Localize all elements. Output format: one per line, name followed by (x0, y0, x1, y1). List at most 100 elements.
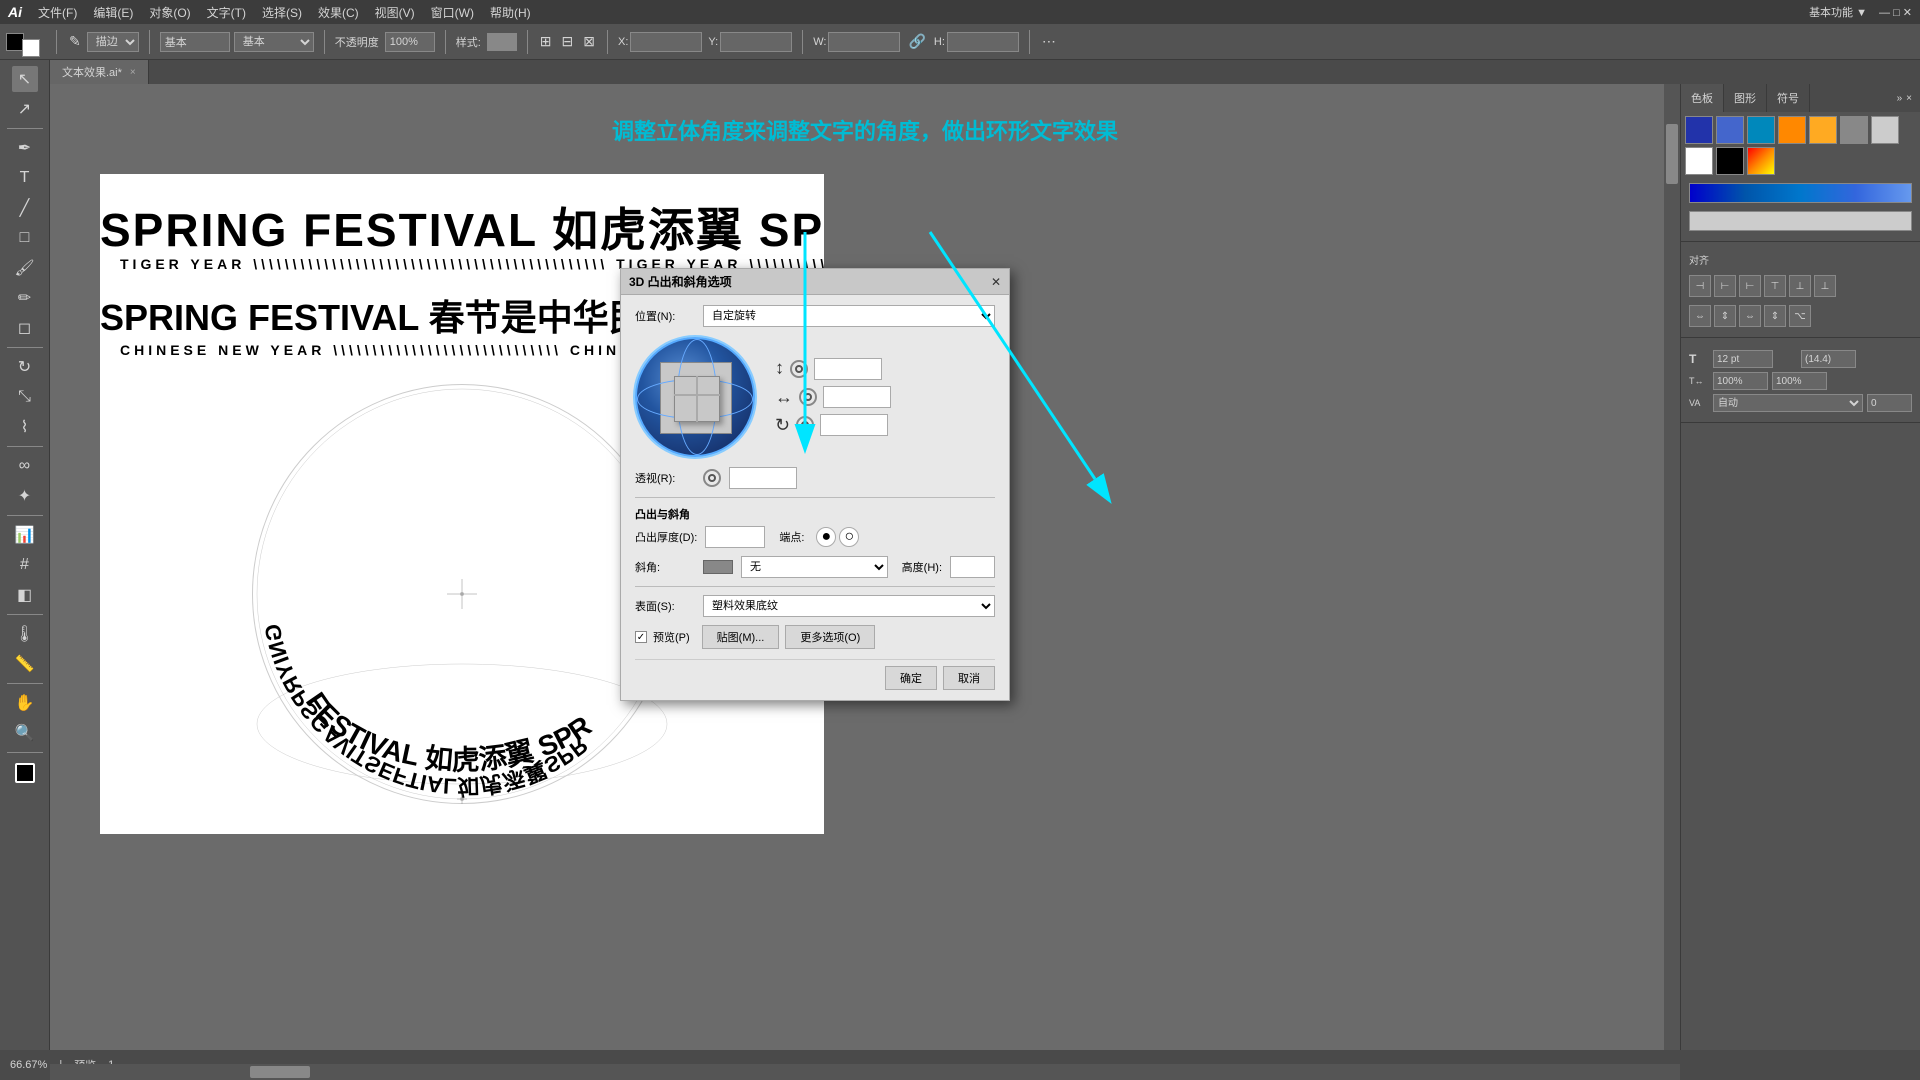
tool-pencil[interactable]: ✏ (12, 285, 38, 311)
ok-button[interactable]: 确定 (885, 666, 937, 690)
tool-paintbrush[interactable]: 🖌 (12, 255, 38, 281)
endcap-filled-btn[interactable]: ● (816, 527, 836, 547)
tool-zoom[interactable]: 🔍 (12, 720, 38, 746)
v-scrollbar[interactable] (1664, 84, 1680, 1050)
transform-icon[interactable]: ⊞ (538, 31, 554, 52)
h-input[interactable]: 23.3351 (947, 32, 1019, 52)
angle-circle-3[interactable] (796, 416, 814, 434)
tool-gradient[interactable]: ◧ (12, 582, 38, 608)
align-center-v-btn[interactable]: ⊥ (1789, 275, 1811, 297)
menu-effect[interactable]: 效果(C) (318, 4, 359, 21)
fill-stroke-swatches[interactable] (6, 33, 46, 51)
bevel-height-input[interactable]: 4 pt (950, 556, 995, 578)
distribute-h-btn[interactable]: ⇔ (1689, 305, 1711, 327)
rotation-sphere[interactable] (635, 337, 755, 457)
leading-input[interactable] (1801, 350, 1856, 368)
bevel-dropdown[interactable]: 无 (741, 556, 888, 578)
panel-expand-icon[interactable]: » (1897, 93, 1903, 104)
x-input[interactable]: 26.6704 (630, 32, 702, 52)
tool-eyedropper[interactable]: 🌡 (12, 621, 38, 647)
distribute-h2-btn[interactable]: ⇔ (1739, 305, 1761, 327)
font-size-input[interactable] (1713, 350, 1773, 368)
menu-edit[interactable]: 编辑(E) (93, 4, 133, 21)
tracking-input[interactable] (1713, 372, 1768, 390)
align-center-h-btn[interactable]: ⊢ (1714, 275, 1736, 297)
align-icon[interactable]: ⊟ (560, 31, 576, 52)
align-bottom-btn[interactable]: ⊥ (1814, 275, 1836, 297)
stroke-swatch[interactable] (22, 39, 40, 57)
paste-map-button[interactable]: 贴图(M)... (702, 625, 780, 649)
menu-view[interactable]: 视图(V) (375, 4, 415, 21)
swatch-white[interactable] (1685, 147, 1713, 175)
v-scroll-thumb[interactable] (1666, 124, 1678, 184)
tool-select[interactable]: ↖ (12, 66, 38, 92)
va-dropdown[interactable]: 自动 (1713, 394, 1863, 412)
tool-hand[interactable]: ✋ (12, 690, 38, 716)
menu-object[interactable]: 对象(O) (149, 4, 190, 21)
menu-window[interactable]: 窗口(W) (431, 4, 474, 21)
tab-color-swatches[interactable]: 色板 (1681, 84, 1724, 112)
position-dropdown[interactable]: 自定旋转 (703, 305, 995, 327)
tool-graph[interactable]: 📊 (12, 522, 38, 548)
preview-checkbox[interactable]: ✓ (635, 631, 647, 643)
tool-fillcolor[interactable] (15, 763, 35, 783)
endcap-open-btn[interactable]: ○ (839, 527, 859, 547)
style-swatch[interactable] (487, 33, 517, 51)
more-options-button[interactable]: 更多选项(O) (785, 625, 875, 649)
tool-direct-select[interactable]: ↗ (12, 96, 38, 122)
opacity-input[interactable] (385, 32, 435, 52)
angle-circle-2[interactable] (799, 388, 817, 406)
tool-blend[interactable]: ∞ (12, 453, 38, 479)
swatch-lightgray[interactable] (1871, 116, 1899, 144)
y-input[interactable]: 29.9931 (720, 32, 792, 52)
tool-eraser[interactable]: ◻ (12, 315, 38, 341)
none-swatch[interactable] (1689, 211, 1912, 231)
perspective-input[interactable]: 0° (729, 467, 797, 489)
swatch-teal[interactable] (1747, 116, 1775, 144)
w-input[interactable]: 23.3951 (828, 32, 900, 52)
cancel-button[interactable]: 取消 (943, 666, 995, 690)
tool-rotate[interactable]: ↻ (12, 354, 38, 380)
pathfinder-icon[interactable]: ⊠ (581, 31, 597, 52)
perspective-circle[interactable] (703, 469, 721, 487)
align-option-btn[interactable]: ⌥ (1789, 305, 1811, 327)
extrude-depth-input[interactable]: 50 pt (705, 526, 765, 548)
style-dropdown[interactable]: 基本 (234, 32, 314, 52)
align-right-btn[interactable]: ⊢ (1739, 275, 1761, 297)
stroke-dropdown[interactable]: 描边 (87, 32, 139, 52)
tool-rect[interactable]: □ (12, 225, 38, 251)
menu-help[interactable]: 帮助(H) (490, 4, 531, 21)
tool-mesh[interactable]: # (12, 552, 38, 578)
surface-dropdown[interactable]: 塑料效果底纹 (703, 595, 995, 617)
swatch-warm[interactable] (1747, 147, 1775, 175)
tab-close-icon[interactable]: × (130, 67, 136, 78)
align-top-btn[interactable]: ⊤ (1764, 275, 1786, 297)
dialog-title-bar[interactable]: 3D 凸出和斜角选项 ✕ (621, 269, 1009, 295)
tab-symbols[interactable]: 符号 (1767, 84, 1810, 112)
tool-symbolspray[interactable]: ✦ (12, 483, 38, 509)
h-scroll-thumb[interactable] (250, 1066, 310, 1078)
tab-graphic-styles[interactable]: 图形 (1724, 84, 1767, 112)
swatch-blue2[interactable] (1716, 116, 1744, 144)
tool-type[interactable]: T (12, 165, 38, 191)
angle-z-input[interactable]: -178° (820, 414, 888, 436)
panel-close-icon[interactable]: × (1906, 93, 1912, 104)
swatch-orange2[interactable] (1809, 116, 1837, 144)
tool-measure[interactable]: 📏 (12, 651, 38, 677)
tool-warp[interactable]: ⌇ (12, 414, 38, 440)
preset-input[interactable] (160, 32, 230, 52)
angle-circle-1[interactable] (790, 360, 808, 378)
swatch-blue[interactable] (1685, 116, 1713, 144)
menu-select[interactable]: 选择(S) (262, 4, 302, 21)
gradient-bar[interactable] (1689, 183, 1912, 203)
tool-scale[interactable]: ⤡ (12, 384, 38, 410)
distribute-v2-btn[interactable]: ⇕ (1764, 305, 1786, 327)
swatch-gray[interactable] (1840, 116, 1868, 144)
tool-line[interactable]: ╱ (12, 195, 38, 221)
constrain-icon[interactable]: 🔗 (906, 31, 927, 52)
dialog-close-icon[interactable]: ✕ (991, 275, 1001, 289)
va-input[interactable] (1867, 394, 1912, 412)
more-icon[interactable]: ⋯ (1040, 31, 1058, 52)
distribute-v-btn[interactable]: ⇕ (1714, 305, 1736, 327)
tool-pen[interactable]: ✒ (12, 135, 38, 161)
